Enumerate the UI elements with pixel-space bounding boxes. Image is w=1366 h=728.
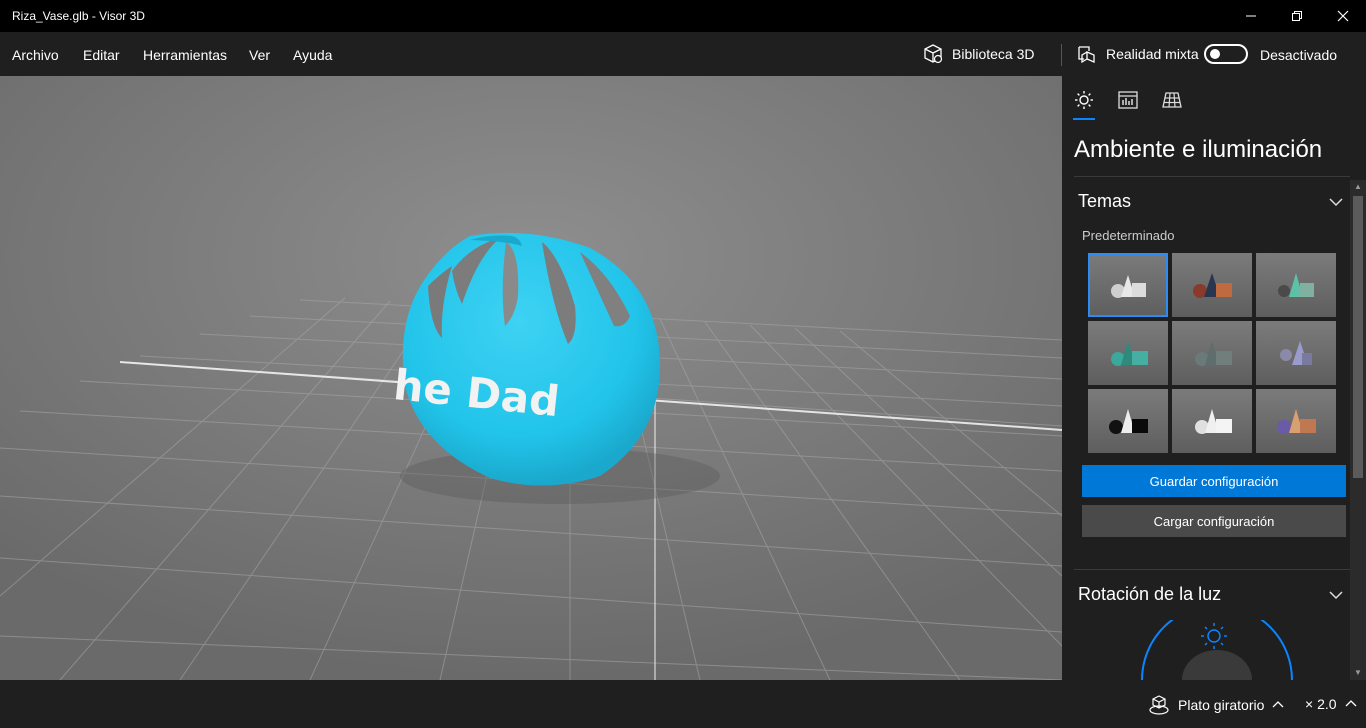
theme-thumbnail[interactable] (1172, 321, 1252, 385)
turntable-icon (1149, 695, 1169, 715)
chevron-down-icon[interactable] (1328, 587, 1344, 603)
preset-label: Predeterminado (1082, 228, 1175, 243)
chevron-down-icon[interactable] (1328, 194, 1344, 210)
minimize-icon (1246, 15, 1256, 17)
sun-icon (1201, 623, 1227, 649)
tab-lighting[interactable] (1072, 88, 1096, 112)
close-button[interactable] (1320, 0, 1366, 32)
restore-icon (1292, 11, 1302, 21)
scroll-thumb[interactable] (1353, 196, 1363, 478)
minimize-button[interactable] (1228, 0, 1274, 32)
theme-preview (1280, 341, 1312, 365)
scene-canvas[interactable]: he Dad (0, 76, 1062, 680)
panel-separator (1074, 176, 1350, 177)
panel-scrollbar[interactable]: ▲ ▼ (1350, 180, 1366, 680)
theme-preview (1195, 409, 1232, 434)
theme-thumbnail[interactable] (1088, 321, 1168, 385)
sun-icon (1075, 91, 1093, 109)
section-separator (1074, 569, 1350, 570)
menu-bar: Archivo Editar Herramientas Ver Ayuda Bi… (0, 32, 1366, 76)
light-rotation-dial[interactable] (1132, 620, 1302, 680)
theme-preview (1277, 409, 1316, 434)
theme-preview (1193, 273, 1232, 298)
theme-thumbnail[interactable] (1172, 389, 1252, 453)
themes-section-title[interactable]: Temas (1078, 191, 1131, 212)
stats-icon (1118, 91, 1138, 109)
toggle-knob (1210, 49, 1220, 59)
theme-preview (1278, 273, 1314, 297)
scroll-down-arrow[interactable]: ▼ (1353, 668, 1363, 678)
speed-label: × 2.0 (1305, 696, 1337, 712)
theme-preview (1111, 341, 1148, 366)
turntable-button[interactable]: Plato giratorio (1148, 694, 1284, 716)
menu-ver[interactable]: Ver (249, 47, 270, 63)
theme-thumbnail[interactable] (1172, 253, 1252, 317)
library-3d-label: Biblioteca 3D (952, 46, 1035, 62)
turntable-label: Plato giratorio (1178, 697, 1265, 713)
scroll-up-arrow[interactable]: ▲ (1353, 182, 1363, 192)
active-tab-indicator (1073, 118, 1095, 120)
close-icon (1337, 10, 1349, 22)
theme-preview (1195, 341, 1232, 366)
title-bar: Riza_Vase.glb - Visor 3D (0, 0, 1366, 32)
tab-grid[interactable] (1160, 88, 1184, 112)
light-rotation-section-title[interactable]: Rotación de la luz (1078, 584, 1221, 605)
load-config-button[interactable]: Cargar configuración (1082, 505, 1346, 537)
mixed-reality-state: Desactivado (1260, 47, 1338, 63)
menu-archivo[interactable]: Archivo (12, 47, 59, 63)
menu-editar[interactable]: Editar (83, 47, 120, 63)
grid-icon (1162, 92, 1182, 108)
theme-thumbnail[interactable] (1256, 253, 1336, 317)
menu-divider (1061, 44, 1062, 66)
mixed-reality-label: Realidad mixta (1106, 46, 1199, 62)
window-title: Riza_Vase.glb - Visor 3D (12, 9, 145, 23)
chevron-up-icon[interactable] (1272, 699, 1284, 711)
mixed-reality-icon (1078, 46, 1095, 64)
theme-thumbnail[interactable] (1256, 389, 1336, 453)
tab-stats[interactable] (1116, 88, 1140, 112)
save-config-button[interactable]: Guardar configuración (1082, 465, 1346, 497)
mixed-reality-toggle[interactable] (1204, 44, 1248, 64)
theme-thumbnail[interactable] (1088, 253, 1168, 317)
mixed-reality-button[interactable]: Realidad mixta (1076, 41, 1199, 67)
theme-thumbnail[interactable] (1256, 321, 1336, 385)
3d-viewport[interactable]: he Dad (0, 76, 1062, 680)
menu-ayuda[interactable]: Ayuda (293, 47, 332, 63)
panel-title: Ambiente e iluminación (1074, 136, 1323, 163)
chevron-up-icon[interactable] (1345, 698, 1357, 710)
bottom-bar: Plato giratorio × 2.0 (0, 680, 1366, 728)
environment-panel: Ambiente e iluminación Temas Predetermin… (1062, 76, 1366, 680)
maximize-button[interactable] (1274, 0, 1320, 32)
theme-thumbnail[interactable] (1088, 389, 1168, 453)
menu-herramientas[interactable]: Herramientas (143, 47, 227, 63)
theme-preview (1111, 275, 1146, 298)
library-3d-button[interactable]: Biblioteca 3D (922, 41, 1035, 67)
speed-control[interactable]: × 2.0 (1305, 696, 1357, 712)
cube-icon (924, 44, 943, 64)
theme-preview (1109, 409, 1148, 434)
